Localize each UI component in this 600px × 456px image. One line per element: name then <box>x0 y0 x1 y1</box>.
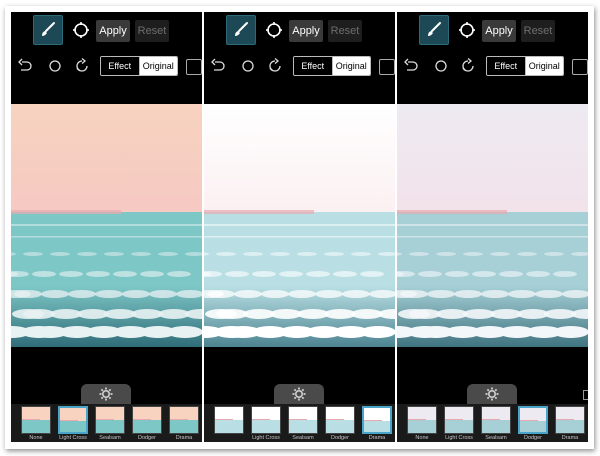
filter-thumbnail[interactable] <box>444 406 474 434</box>
photo-preview <box>11 104 202 347</box>
filter-thumbnail[interactable] <box>555 406 585 434</box>
editor-panel: Apply Reset Effect Original <box>397 12 588 442</box>
secondary-toolbar: Effect Original <box>11 54 202 80</box>
effect-toggle-button[interactable]: Effect <box>101 57 140 75</box>
paintbrush-icon[interactable] <box>33 15 63 45</box>
filter-thumbnail[interactable] <box>95 406 125 434</box>
filter-thumbnail[interactable] <box>288 406 318 434</box>
gear-icon[interactable] <box>467 384 517 404</box>
top-toolbar: Apply Reset <box>397 12 588 52</box>
circle-icon[interactable] <box>240 58 256 74</box>
effect-toggle-button[interactable]: Effect <box>487 57 526 75</box>
undo-icon[interactable] <box>210 58 226 74</box>
apply-button[interactable]: Apply <box>289 20 323 42</box>
apply-button[interactable]: Apply <box>482 20 516 42</box>
filter-thumbnail[interactable] <box>518 406 548 434</box>
filter-thumbnail[interactable] <box>214 406 244 434</box>
filter-thumbnail[interactable] <box>132 406 162 434</box>
filter-thumbnail[interactable] <box>169 406 199 434</box>
editor-panel: Apply Reset Effect Original <box>204 12 395 442</box>
editor-panel: Apply Reset Effect Original <box>11 12 202 442</box>
photo-preview <box>397 104 588 347</box>
screenshot-frame: Apply Reset Effect Original None Light C… <box>5 6 594 449</box>
reset-button[interactable]: Reset <box>328 20 362 42</box>
view-toggle: Effect Original <box>293 56 371 76</box>
reset-button[interactable]: Reset <box>135 20 169 42</box>
apply-button[interactable]: Apply <box>96 20 130 42</box>
secondary-toolbar: Effect Original <box>204 54 395 80</box>
filter-strip: Light Cross Sealsam Dodger Drama <box>204 404 395 442</box>
filter-strip: None Light Cross Sealsam Dodger Drama <box>397 404 588 442</box>
secondary-toolbar: Effect Original <box>397 54 588 80</box>
compare-square-icon[interactable] <box>572 59 588 75</box>
compare-square-icon[interactable] <box>379 59 395 75</box>
crop-circle-icon[interactable] <box>260 15 288 45</box>
rotate-icon[interactable] <box>74 58 90 74</box>
view-toggle: Effect Original <box>486 56 564 76</box>
filter-thumbnail[interactable] <box>362 406 392 434</box>
filter-strip: None Light Cross Sealsam Dodger Drama <box>11 404 202 442</box>
filter-thumbnail[interactable] <box>407 406 437 434</box>
undo-icon[interactable] <box>403 58 419 74</box>
filter-thumbnail[interactable] <box>21 406 51 434</box>
undo-icon[interactable] <box>17 58 33 74</box>
side-handle[interactable] <box>583 390 588 400</box>
original-toggle-button[interactable]: Original <box>332 57 370 75</box>
circle-icon[interactable] <box>47 58 63 74</box>
rotate-icon[interactable] <box>267 58 283 74</box>
filter-thumbnail[interactable] <box>58 406 88 434</box>
reset-button[interactable]: Reset <box>521 20 555 42</box>
gear-icon[interactable] <box>274 384 324 404</box>
crop-circle-icon[interactable] <box>67 15 95 45</box>
photo-preview <box>204 104 395 347</box>
view-toggle: Effect Original <box>100 56 178 76</box>
top-toolbar: Apply Reset <box>11 12 202 52</box>
paintbrush-icon[interactable] <box>419 15 449 45</box>
filter-label: Drama <box>561 435 579 441</box>
filter-thumbnail[interactable] <box>481 406 511 434</box>
crop-circle-icon[interactable] <box>453 15 481 45</box>
panels-row: Apply Reset Effect Original None Light C… <box>11 12 588 442</box>
compare-square-icon[interactable] <box>186 59 202 75</box>
paintbrush-icon[interactable] <box>226 15 256 45</box>
filter-label: Drama <box>368 435 386 441</box>
original-toggle-button[interactable]: Original <box>525 57 563 75</box>
filter-thumbnail[interactable] <box>251 406 281 434</box>
filter-thumbnail[interactable] <box>325 406 355 434</box>
filter-label: Drama <box>175 435 193 441</box>
circle-icon[interactable] <box>433 58 449 74</box>
top-toolbar: Apply Reset <box>204 12 395 52</box>
original-toggle-button[interactable]: Original <box>139 57 177 75</box>
rotate-icon[interactable] <box>460 58 476 74</box>
gear-icon[interactable] <box>81 384 131 404</box>
effect-toggle-button[interactable]: Effect <box>294 57 333 75</box>
